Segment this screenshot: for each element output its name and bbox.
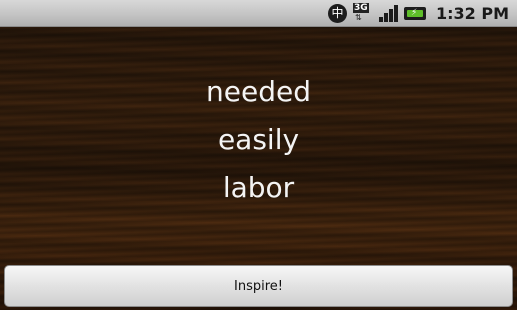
network-type-badge: 3G <box>352 3 369 13</box>
inspire-button[interactable]: Inspire! <box>4 265 513 307</box>
word-3: labor <box>222 171 295 204</box>
data-activity-icon: ⇅ <box>354 13 362 22</box>
word-2: easily <box>217 123 300 156</box>
status-bar: 中 3G ⇅ ⚡ 1:32 PM <box>0 0 517 27</box>
battery-charging-icon: ⚡ <box>403 6 426 20</box>
status-icons: 中 3G ⇅ ⚡ 1:32 PM <box>327 3 509 23</box>
network-3g-icon: 3G ⇅ <box>352 3 373 23</box>
signal-strength-icon <box>378 4 398 22</box>
input-method-icon: 中 <box>327 3 347 23</box>
clock: 1:32 PM <box>435 3 509 23</box>
word-1: needed <box>206 75 311 108</box>
